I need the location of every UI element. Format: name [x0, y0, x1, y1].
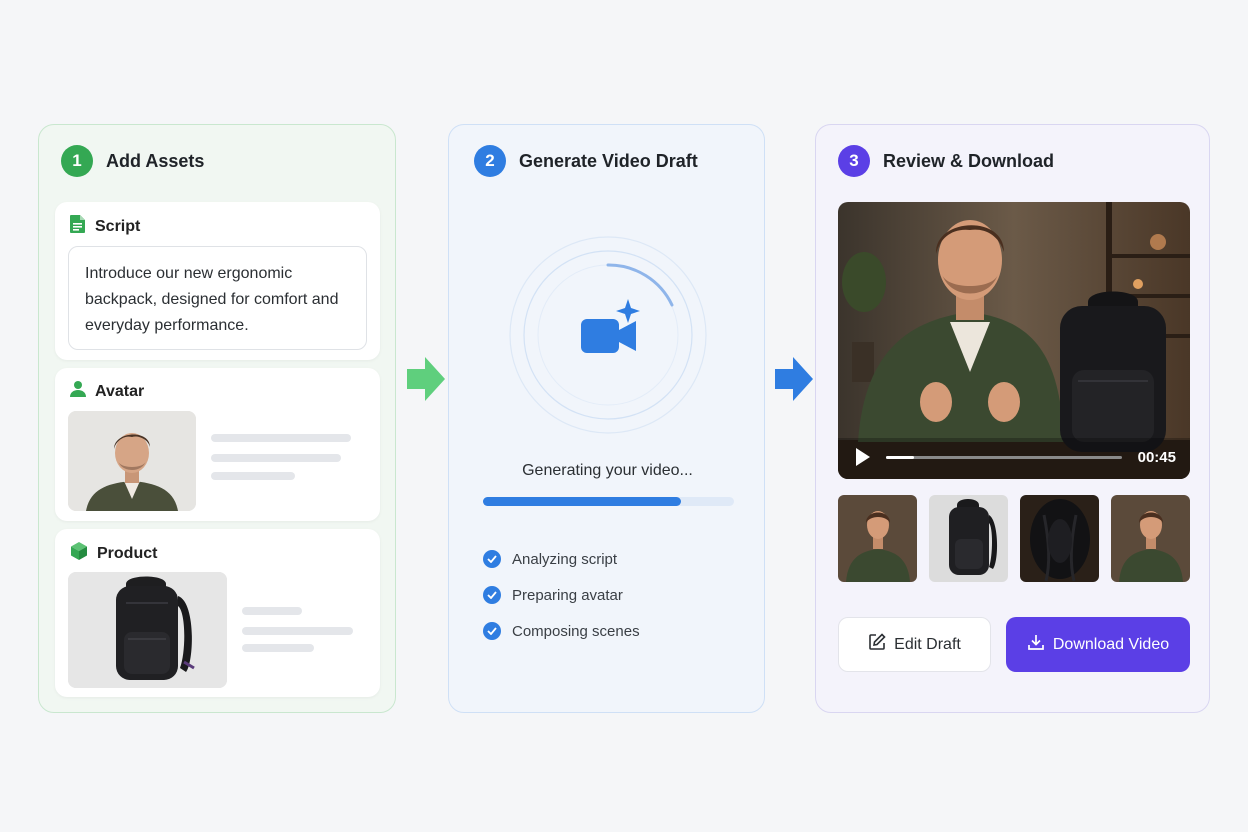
step-3-header: 3 Review & Download	[838, 145, 1054, 177]
check-label: Preparing avatar	[512, 586, 623, 604]
step-2-header: 2 Generate Video Draft	[474, 145, 698, 177]
avatar-image[interactable]	[68, 411, 196, 511]
generation-progress-bar	[483, 497, 734, 506]
step-1-title: Add Assets	[106, 150, 205, 171]
edit-draft-button[interactable]: Edit Draft	[838, 617, 991, 672]
arrow-right-icon	[774, 356, 814, 407]
step-1-header: 1 Add Assets	[61, 145, 204, 177]
generate-panel: 2 Generate Video Draft Generating your v…	[448, 124, 765, 713]
cube-icon	[69, 541, 89, 566]
product-label: Product	[97, 544, 158, 562]
edit-draft-label: Edit Draft	[894, 635, 961, 653]
script-card: Script Introduce our new ergonomic backp…	[55, 202, 380, 360]
check-icon	[483, 586, 501, 604]
product-image[interactable]	[68, 572, 227, 688]
check-item: Preparing avatar	[483, 586, 623, 604]
download-video-button[interactable]: Download Video	[1006, 617, 1190, 672]
product-placeholder-line	[242, 607, 302, 615]
avatar-card-header: Avatar	[69, 380, 144, 403]
play-button[interactable]	[850, 444, 876, 470]
download-video-label: Download Video	[1052, 635, 1170, 653]
product-card: Product	[55, 529, 380, 697]
avatar-placeholder-line	[211, 472, 295, 480]
document-icon	[69, 214, 87, 239]
scene-thumbnail[interactable]	[838, 495, 917, 582]
check-label: Composing scenes	[512, 622, 640, 640]
script-card-header: Script	[69, 214, 140, 239]
video-time: 00:45	[1137, 449, 1176, 466]
generation-progress-fill	[483, 497, 682, 506]
edit-icon	[868, 633, 886, 656]
person-icon	[69, 380, 87, 403]
step-2-number: 2	[474, 145, 506, 177]
video-timeline[interactable]	[886, 452, 1122, 462]
review-panel: 3 Review & Download 00:45 Edit Draft Dow…	[815, 124, 1210, 713]
check-icon	[483, 622, 501, 640]
avatar-placeholder-line	[211, 434, 351, 442]
video-player[interactable]: 00:45	[838, 202, 1190, 479]
scene-thumbnail[interactable]	[929, 495, 1008, 582]
step-2-title: Generate Video Draft	[519, 150, 698, 171]
product-placeholder-line	[242, 644, 314, 652]
check-icon	[483, 550, 501, 568]
check-item: Composing scenes	[483, 622, 640, 640]
script-text-field[interactable]: Introduce our new ergonomic backpack, de…	[68, 246, 367, 350]
video-camera-sparkle-icon	[580, 299, 642, 366]
product-card-header: Product	[69, 541, 157, 566]
scene-thumbnail[interactable]	[1111, 495, 1190, 582]
avatar-label: Avatar	[95, 382, 145, 400]
check-item: Analyzing script	[483, 550, 617, 568]
add-assets-panel: 1 Add Assets Script Introduce our new er…	[38, 124, 396, 713]
step-3-title: Review & Download	[883, 150, 1055, 171]
arrow-right-icon	[406, 356, 446, 407]
step-1-number: 1	[61, 145, 93, 177]
check-label: Analyzing script	[512, 550, 618, 568]
avatar-placeholder-line	[211, 454, 341, 462]
scene-thumbnail[interactable]	[1020, 495, 1099, 582]
generating-status: Generating your video...	[522, 462, 693, 479]
step-3-number: 3	[838, 145, 870, 177]
avatar-card: Avatar	[55, 368, 380, 521]
product-placeholder-line	[242, 627, 353, 635]
download-icon	[1027, 633, 1045, 656]
script-label: Script	[95, 217, 141, 235]
